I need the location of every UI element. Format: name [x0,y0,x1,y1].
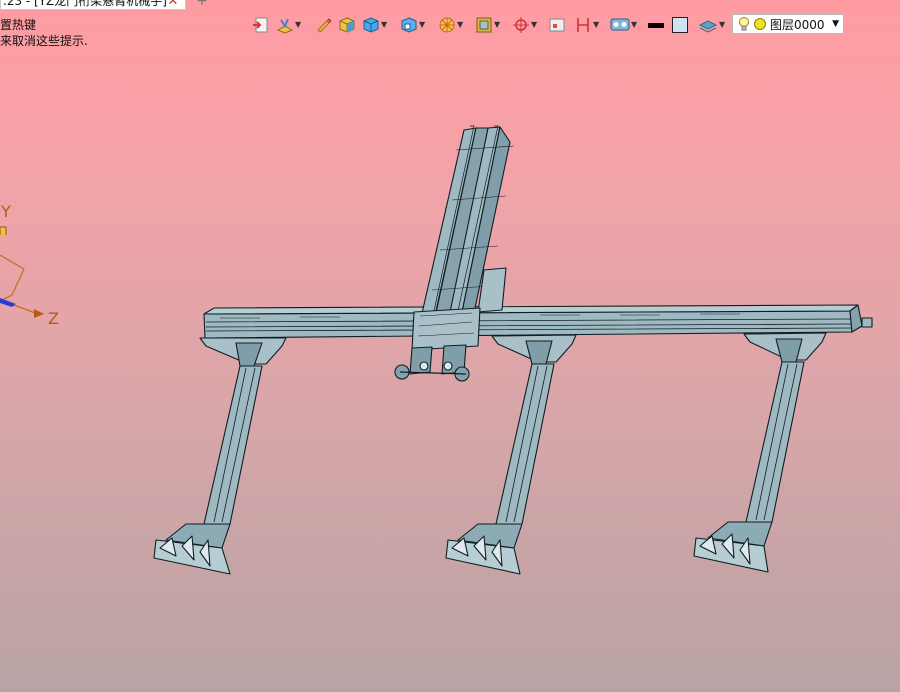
support-leg-left [153,337,287,575]
gantry-beam [203,304,873,339]
support-leg-right [693,332,827,573]
gantry-model-viewport[interactable] [0,0,900,692]
gripper-assembly [394,344,470,382]
